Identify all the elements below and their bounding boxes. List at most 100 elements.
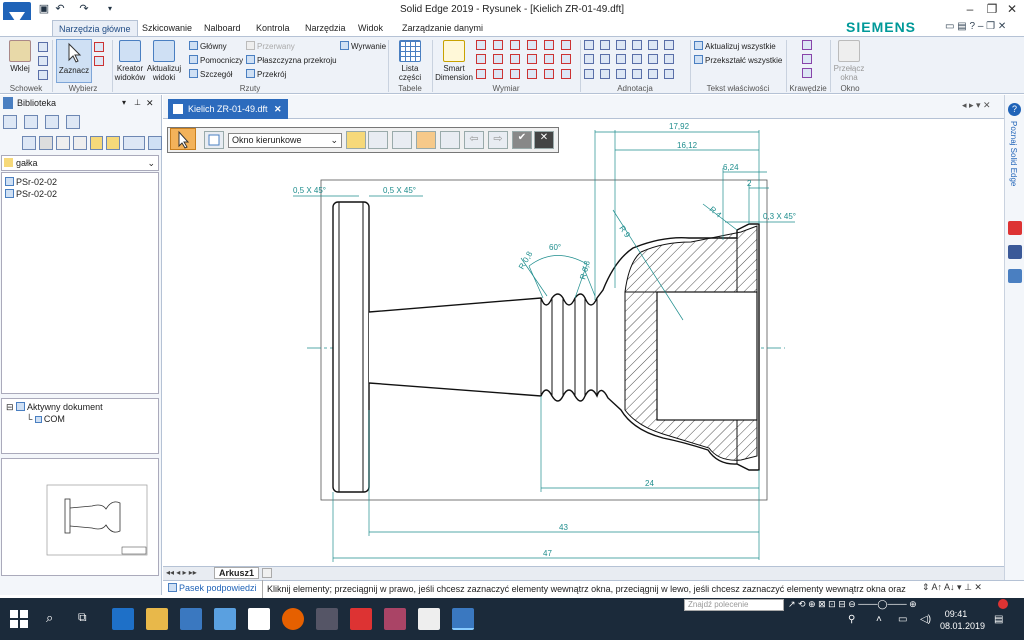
edge-condition-icon[interactable] xyxy=(664,40,674,50)
folder-select[interactable]: gałka ⌄ xyxy=(1,155,159,171)
select-overlap-button[interactable] xyxy=(368,131,388,149)
tab-widok[interactable]: Widok xyxy=(352,20,389,36)
app-icon-2[interactable] xyxy=(350,608,372,630)
auxiliary-view-button[interactable]: Pomocniczy xyxy=(189,55,243,66)
centerline-icon[interactable] xyxy=(664,54,674,65)
update-all-button[interactable]: Aktualizuj wszystkie xyxy=(694,41,776,52)
network-icon[interactable]: ▭ xyxy=(898,614,907,625)
surface-texture-icon[interactable] xyxy=(632,40,642,50)
command-search-input[interactable]: Znajdź polecenie xyxy=(684,599,784,611)
library-grid-icon[interactable] xyxy=(45,115,59,129)
new-sheet-icon[interactable] xyxy=(262,568,272,578)
lib-home-icon[interactable] xyxy=(38,136,53,150)
edge-browser-icon[interactable] xyxy=(112,608,134,630)
dim-extend-icon[interactable] xyxy=(510,68,520,79)
circle-x-icon[interactable] xyxy=(664,68,674,79)
panel-close-icon[interactable]: ✕ xyxy=(146,95,154,111)
edge-tool-2-icon[interactable] xyxy=(802,54,812,64)
minimize-button[interactable]: – xyxy=(960,2,980,16)
format-painter-icon[interactable] xyxy=(38,70,48,80)
select-filter-icon[interactable] xyxy=(94,56,104,66)
datum-target-icon[interactable] xyxy=(616,54,626,65)
tab-narzedzia[interactable]: Narzędzia xyxy=(299,20,352,36)
dim-align-icon[interactable] xyxy=(561,68,571,79)
ribbon-restore-icon[interactable]: ❐ xyxy=(986,21,995,32)
tab-nalboard[interactable]: Nalboard xyxy=(198,20,247,36)
dim-retrieve-icon[interactable] xyxy=(476,68,486,79)
select-button[interactable]: Zaznacz xyxy=(56,39,92,83)
tree-item-active-document[interactable]: ⊟ Aktywny dokument xyxy=(6,402,103,413)
select-tool-button[interactable] xyxy=(170,128,196,150)
dim-coordinate-icon[interactable] xyxy=(510,40,520,50)
break-out-button[interactable]: Wyrwanie xyxy=(340,41,386,52)
solid-edge-taskbar-icon[interactable] xyxy=(452,608,474,630)
tray-expand-icon[interactable]: ˄ xyxy=(876,614,882,625)
options-icon[interactable]: ▤ xyxy=(957,21,966,32)
tab-arkusz1[interactable]: Arkusz1 xyxy=(214,567,260,579)
select-inside-button[interactable] xyxy=(346,131,366,149)
tab-kontrola[interactable]: Kontrola xyxy=(250,20,296,36)
library-view-icon[interactable] xyxy=(24,115,38,129)
parts-list-button[interactable]: Lista części xyxy=(392,40,428,82)
broken-view-button[interactable]: Przerwany xyxy=(246,41,295,52)
switch-windows-button[interactable]: Przełącz okna xyxy=(832,40,866,82)
dim-angular-coord-icon[interactable] xyxy=(527,54,537,65)
balloon-icon[interactable] xyxy=(616,40,626,50)
update-views-button[interactable]: Aktualizuj widoki xyxy=(146,40,182,82)
bolt-hole-circle-icon[interactable] xyxy=(584,68,594,79)
sheet-nav-icons[interactable]: ◂◂ ◂ ▸ ▸▸ xyxy=(166,568,197,577)
copy-icon[interactable] xyxy=(38,56,48,66)
app-icon-3[interactable] xyxy=(384,608,406,630)
record-icon[interactable] xyxy=(998,599,1008,609)
store-icon[interactable] xyxy=(180,608,202,630)
selection-mode-select[interactable]: Okno kierunkowe ⌄ xyxy=(228,133,342,148)
list-item[interactable]: PSr-02-02 xyxy=(5,188,57,200)
tab-szkicowanie[interactable]: Szkicowanie xyxy=(136,20,198,36)
weld-symbol-icon[interactable] xyxy=(648,40,658,50)
previous-button[interactable]: ⇦ xyxy=(464,131,484,149)
dim-symmetric-icon[interactable] xyxy=(544,40,554,50)
tab-narzedzia-glowne[interactable]: Narzędzia główne xyxy=(52,20,138,36)
edge-tool-3-icon[interactable] xyxy=(802,68,812,78)
community-icon[interactable] xyxy=(1008,269,1022,283)
help-circle-icon[interactable]: ? xyxy=(1008,103,1021,116)
user-icon[interactable]: ⚲ xyxy=(848,614,855,625)
lib-back-icon[interactable] xyxy=(55,136,70,150)
center-mark-icon[interactable] xyxy=(648,54,658,65)
minimize-ribbon-icon[interactable]: ▭ xyxy=(945,21,954,32)
connector-icon[interactable] xyxy=(648,68,658,79)
restore-button[interactable]: ❐ xyxy=(982,2,1002,16)
ribbon-minimize-icon[interactable]: – xyxy=(978,21,984,32)
smart-dimension-button[interactable]: Smart Dimension xyxy=(434,40,474,82)
options-button[interactable] xyxy=(204,131,224,149)
learn-solid-edge-link[interactable]: Poznaj Solid Edge xyxy=(1009,121,1018,186)
tree-item-com[interactable]: └ COM xyxy=(26,414,65,424)
dim-diameter-icon[interactable] xyxy=(493,54,503,65)
ribbon-close-icon[interactable]: ✕ xyxy=(998,21,1006,32)
feature-control-icon[interactable] xyxy=(600,54,610,65)
dim-linear-icon[interactable] xyxy=(476,40,486,50)
principal-view-button[interactable]: Główny xyxy=(189,41,227,52)
status-controls[interactable]: ⇕ A↑ A↓ ▾ ⊥ ✕ xyxy=(922,582,982,593)
annotation-table-icon[interactable] xyxy=(600,68,610,79)
accept-button[interactable]: ✔ xyxy=(512,131,532,149)
panel-dropdown-icon[interactable]: ▾ xyxy=(122,95,126,111)
dim-table-icon[interactable] xyxy=(561,54,571,65)
ok-annotation-icon[interactable] xyxy=(632,68,642,79)
view-wizard-button[interactable]: Kreator widoków xyxy=(114,40,146,82)
dim-angle-icon[interactable] xyxy=(527,40,537,50)
lib-new-folder-icon[interactable] xyxy=(106,136,121,150)
library-help-icon[interactable] xyxy=(66,115,80,129)
tab-nav-icons[interactable]: ◂ ▸ ▾ ✕ xyxy=(962,100,991,111)
file-explorer-icon[interactable] xyxy=(146,608,168,630)
select-rectangle-button[interactable] xyxy=(416,131,436,149)
cutting-plane-button[interactable]: Płaszczyzna przekroju xyxy=(246,55,337,66)
library-nav-icon[interactable] xyxy=(3,115,17,129)
cut-icon[interactable] xyxy=(38,42,48,52)
next-button[interactable]: ⇨ xyxy=(488,131,508,149)
lib-folder-up-icon[interactable] xyxy=(89,136,104,150)
dim-between-icon[interactable] xyxy=(493,40,503,50)
dim-style-icon[interactable] xyxy=(544,54,554,65)
dim-tolerance-icon[interactable] xyxy=(527,68,537,79)
datum-frame-icon[interactable] xyxy=(584,54,594,65)
